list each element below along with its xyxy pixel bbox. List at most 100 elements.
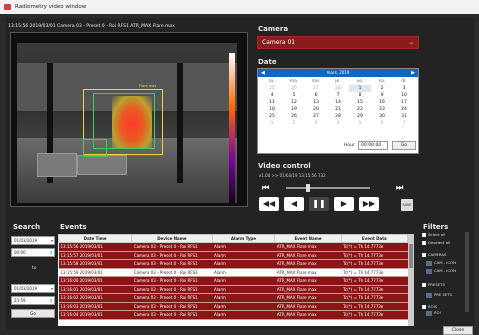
search-to-date[interactable]: 01/03/2019 ▾: [11, 284, 55, 293]
scroll-thumb[interactable]: [409, 244, 413, 268]
calendar-day[interactable]: 11: [261, 99, 283, 106]
checkbox[interactable]: [422, 241, 426, 245]
calendar-day[interactable]: 6: [305, 92, 327, 99]
calendar-day[interactable]: 27: [305, 85, 327, 92]
calendar-day[interactable]: 15: [349, 99, 371, 106]
calendar-day[interactable]: 23: [371, 106, 393, 113]
fast-forward-button[interactable]: ▶▶: [359, 197, 379, 211]
skip-end-icon[interactable]: ⏭: [396, 184, 416, 192]
calendar-day[interactable]: 25: [261, 113, 283, 120]
calendar-day[interactable]: 1: [261, 120, 283, 127]
calendar[interactable]: ◀ mars, 2019 ▶ lu. ma. me. je. ve. sa. di. 25 26…: [257, 68, 419, 154]
checkbox[interactable]: [422, 305, 426, 309]
checkbox[interactable]: [422, 283, 426, 287]
calendar-day[interactable]: 21: [327, 106, 349, 113]
calendar-day[interactable]: 26: [283, 113, 305, 120]
search-from-time[interactable]: 00:00 ⇕: [11, 248, 55, 257]
calendar-day[interactable]: 27: [305, 113, 327, 120]
calendar-day[interactable]: 17: [393, 99, 415, 106]
calendar-day[interactable]: 6: [371, 120, 393, 127]
skip-start-icon[interactable]: ⏮: [262, 184, 282, 192]
events-table[interactable]: Date Time Device Name Alarm Type Event Name…: [58, 234, 408, 326]
calendar-day[interactable]: 3: [305, 120, 327, 127]
calendar-day[interactable]: 22: [349, 106, 371, 113]
pause-button[interactable]: ❚❚: [309, 197, 329, 211]
calendar-day[interactable]: 9: [371, 92, 393, 99]
hour-input[interactable]: 00:00:00: [358, 141, 388, 150]
calendar-day[interactable]: 29: [349, 113, 371, 120]
seek-bar[interactable]: ⏮ ⏭: [262, 184, 414, 192]
prev-month-icon[interactable]: ◀: [261, 69, 265, 77]
search-to-time[interactable]: 23:59 ⇕: [11, 296, 55, 305]
fast-rewind-button[interactable]: ◀◀: [259, 197, 279, 211]
calendar-day[interactable]: 5: [349, 120, 371, 127]
checkbox[interactable]: [422, 253, 426, 257]
calendar-day[interactable]: 24: [393, 106, 415, 113]
calendar-day[interactable]: 31: [393, 113, 415, 120]
table-row[interactable]: 13:15:58 2019/03/01 Camera 03 - Preset 0 …: [58, 259, 408, 269]
filter-item[interactable]: ROI: [426, 310, 441, 316]
column-header[interactable]: Event Data: [340, 234, 408, 243]
calendar-day[interactable]: 16: [371, 99, 393, 106]
calendar-day[interactable]: 25: [261, 85, 283, 92]
column-header[interactable]: Event Name: [274, 234, 342, 243]
calendar-day[interactable]: 14: [327, 99, 349, 106]
column-header[interactable]: Alarm Type: [211, 234, 276, 243]
calendar-day[interactable]: 12: [283, 99, 305, 106]
calendar-day[interactable]: 2: [283, 120, 305, 127]
camera-select[interactable]: Camera 01 ⌄: [257, 36, 419, 49]
calendar-day[interactable]: 3: [393, 85, 415, 92]
play-button[interactable]: ▶: [334, 197, 354, 211]
roi-green-box-small[interactable]: [83, 139, 107, 157]
calendar-day[interactable]: 28: [327, 113, 349, 120]
table-row[interactable]: 13:16:03 2019/03/01 Camera 03 - Preset 0 …: [58, 302, 408, 311]
seek-handle[interactable]: [306, 184, 310, 192]
calendar-day[interactable]: 2: [371, 85, 393, 92]
events-scrollbar[interactable]: [408, 234, 414, 326]
camera-icon[interactable]: [426, 268, 432, 274]
search-go-button[interactable]: Go: [11, 309, 55, 318]
calendar-day[interactable]: 26: [283, 85, 305, 92]
calendar-day[interactable]: 4: [261, 92, 283, 99]
calendar-day[interactable]: 30: [371, 113, 393, 120]
table-row[interactable]: 13:16:01 2019/03/01 Camera 03 - Preset 0 …: [58, 285, 408, 294]
filter-item[interactable]: Select all: [422, 232, 445, 237]
seek-track[interactable]: [286, 187, 370, 189]
table-row[interactable]: 13:15:59 2019/03/01 Camera 03 - Preset 0 …: [58, 268, 408, 277]
column-header[interactable]: Device Name: [131, 234, 213, 243]
close-button[interactable]: Close: [443, 326, 473, 335]
calendar-day[interactable]: 5: [283, 92, 305, 99]
column-header[interactable]: Date Time: [58, 234, 133, 243]
camera-icon[interactable]: [426, 292, 432, 298]
table-row[interactable]: 13:16:02 2019/03/01 Camera 03 - Preset 0 …: [58, 293, 408, 303]
calendar-day[interactable]: 7: [393, 120, 415, 127]
calendar-month[interactable]: mars, 2019: [327, 70, 350, 75]
calendar-day[interactable]: 20: [305, 106, 327, 113]
camera-icon[interactable]: [426, 260, 432, 266]
filter-item[interactable]: PRE SETS: [426, 292, 452, 298]
table-row[interactable]: 13:16:04 2019/03/01 Camera 03 - Preset 0 …: [58, 310, 408, 320]
calendar-day[interactable]: 10: [393, 92, 415, 99]
checkbox[interactable]: [422, 233, 426, 237]
calendar-day[interactable]: 18: [261, 106, 283, 113]
search-from-date[interactable]: 01/03/2019 ▾: [11, 236, 55, 245]
filter-item[interactable]: Deselect all: [422, 240, 450, 245]
calendar-day[interactable]: 4: [327, 120, 349, 127]
filter-item[interactable]: CAMERAS: [422, 252, 446, 257]
filter-item[interactable]: CAM - ICON: [426, 268, 456, 274]
table-row[interactable]: 13:15:57 2019/03/01 Camera 03 - Preset 0 …: [58, 251, 408, 260]
next-month-icon[interactable]: ▶: [411, 69, 415, 77]
filter-item[interactable]: ROIS: [422, 304, 437, 309]
filter-item[interactable]: PRESETS: [422, 282, 445, 287]
calendar-day[interactable]: 1: [349, 85, 371, 92]
step-back-button[interactable]: ◀: [284, 197, 304, 211]
filter-item[interactable]: CAM - ICON: [426, 260, 456, 266]
thermal-video[interactable]: Flare max: [17, 43, 237, 203]
table-row[interactable]: 13:15:56 2019/03/01 Camera 03 - Preset 0 …: [58, 242, 408, 252]
calendar-day[interactable]: 13: [305, 99, 327, 106]
calendar-day[interactable]: 28: [327, 85, 349, 92]
calendar-day[interactable]: 19: [283, 106, 305, 113]
table-row[interactable]: 13:16:00 2019/03/01 Camera 03 - Preset 0 …: [58, 276, 408, 286]
date-go-button[interactable]: Go: [392, 141, 416, 150]
camera-icon[interactable]: [426, 310, 432, 316]
